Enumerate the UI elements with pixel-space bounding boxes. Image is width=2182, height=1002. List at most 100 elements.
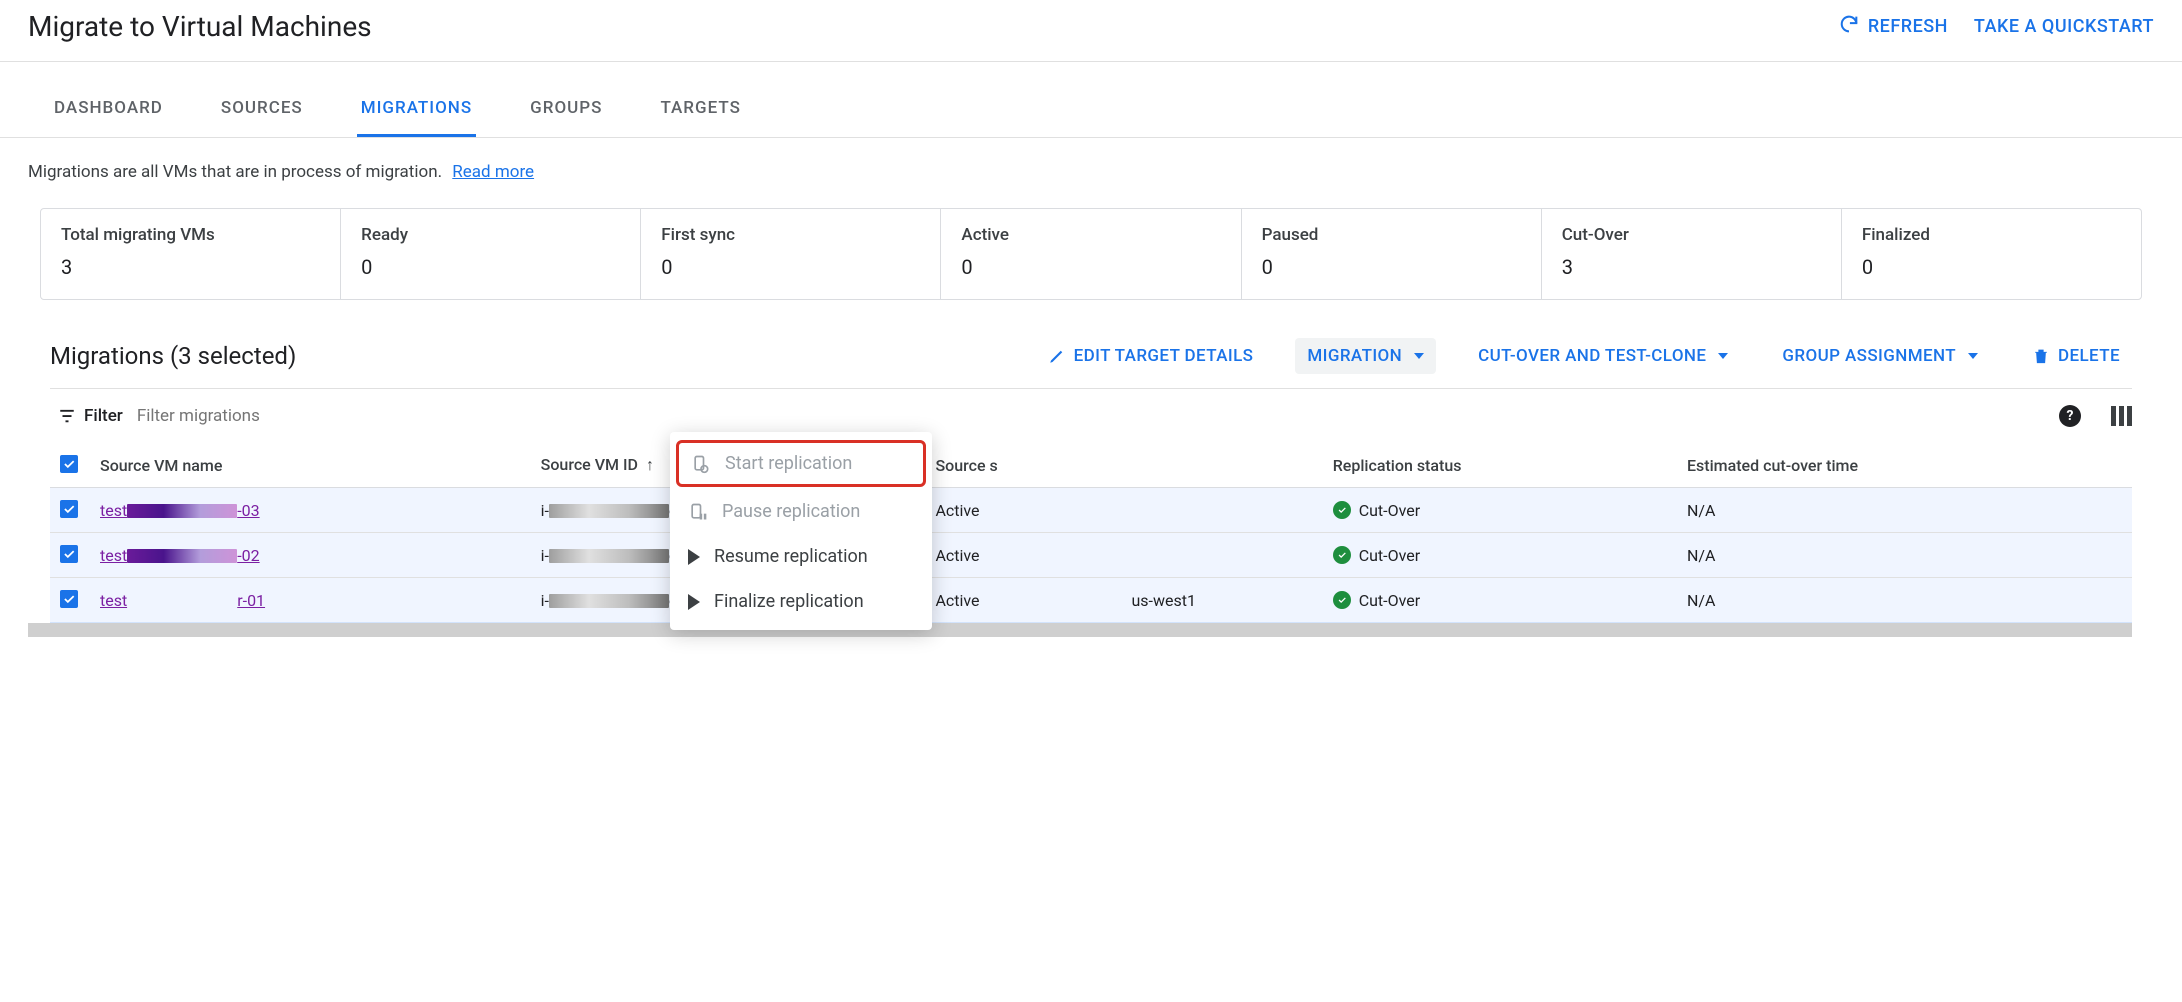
stat-value: 0 xyxy=(1862,255,2121,279)
check-circle-icon xyxy=(1333,546,1351,564)
stat-value: 0 xyxy=(1262,255,1521,279)
redacted xyxy=(127,504,237,518)
delete-label: DELETE xyxy=(2058,346,2120,366)
vm-name-link[interactable]: test-02 xyxy=(100,546,260,565)
vm-name-link[interactable]: test -03 xyxy=(100,501,260,520)
replication-status: Cut-Over xyxy=(1333,546,1420,565)
redacted xyxy=(549,594,669,608)
description: Migrations are all VMs that are in proce… xyxy=(0,138,2182,200)
stat-label: Cut-Over xyxy=(1562,225,1821,245)
toolbar: EDIT TARGET DETAILS MIGRATION CUT-OVER A… xyxy=(1036,338,2132,374)
stat-label: Paused xyxy=(1262,225,1521,245)
check-circle-icon xyxy=(1333,501,1351,519)
pencil-icon xyxy=(1048,347,1066,365)
stat-active[interactable]: Active 0 xyxy=(941,209,1241,299)
vm-name-link[interactable]: testr-01 xyxy=(100,591,265,610)
stat-cutover[interactable]: Cut-Over 3 xyxy=(1542,209,1842,299)
delete-button[interactable]: DELETE xyxy=(2020,338,2132,374)
source-status: Active xyxy=(925,533,1121,578)
stat-ready[interactable]: Ready 0 xyxy=(341,209,641,299)
quickstart-button[interactable]: TAKE A QUICKSTART xyxy=(1974,13,2154,40)
table-row[interactable]: test-03 i-ea Active Cut-Over N/A xyxy=(50,488,2132,533)
vm-name-prefix: test xyxy=(100,501,127,520)
filter-input[interactable] xyxy=(137,406,2045,426)
tab-targets[interactable]: TARGETS xyxy=(656,82,744,137)
section-title: Migrations (3 selected) xyxy=(50,342,296,370)
stats-panel: Total migrating VMs 3 Ready 0 First sync… xyxy=(40,208,2142,300)
menu-pause-replication[interactable]: Pause replication xyxy=(670,489,932,534)
menu-start-label: Start replication xyxy=(725,453,852,474)
horizontal-scrollbar[interactable] xyxy=(28,623,2132,637)
tab-groups[interactable]: GROUPS xyxy=(526,82,606,137)
chevron-down-icon xyxy=(1968,353,1978,359)
menu-start-replication[interactable]: Start replication xyxy=(676,440,926,487)
play-icon xyxy=(688,549,700,565)
stat-label: Ready xyxy=(361,225,620,245)
menu-finalize-replication[interactable]: Finalize replication xyxy=(670,579,932,624)
cutover-dropdown-button[interactable]: CUT-OVER AND TEST-CLONE xyxy=(1466,338,1740,374)
eta: N/A xyxy=(1677,533,2132,578)
col-replication-status[interactable]: Replication status xyxy=(1323,443,1677,488)
menu-resume-label: Resume replication xyxy=(714,546,868,567)
filter-row: Filter ? xyxy=(50,389,2132,443)
row-checkbox[interactable] xyxy=(60,590,78,608)
filter-right: ? xyxy=(2059,405,2132,427)
stat-value: 3 xyxy=(1562,255,1821,279)
table-header-row: Source VM name Source VM ID↑ Source s Re… xyxy=(50,443,2132,488)
stat-paused[interactable]: Paused 0 xyxy=(1242,209,1542,299)
col-region[interactable] xyxy=(1121,443,1322,488)
source-status: Active xyxy=(925,578,1121,623)
quickstart-label: TAKE A QUICKSTART xyxy=(1974,16,2154,37)
tab-dashboard[interactable]: DASHBOARD xyxy=(50,82,167,137)
chevron-down-icon xyxy=(1414,353,1424,359)
description-text: Migrations are all VMs that are in proce… xyxy=(28,162,442,182)
table-row[interactable]: testr-01 i-e4 Active us-west1 Cut-Over N… xyxy=(50,578,2132,623)
columns-icon[interactable] xyxy=(2111,406,2132,426)
stat-total[interactable]: Total migrating VMs 3 xyxy=(41,209,341,299)
filter-icon xyxy=(58,407,76,425)
tab-sources[interactable]: SOURCES xyxy=(217,82,307,137)
refresh-button[interactable]: REFRESH xyxy=(1838,13,1948,40)
group-assignment-dropdown-button[interactable]: GROUP ASSIGNMENT xyxy=(1770,338,1990,374)
region xyxy=(1121,488,1322,533)
migration-dropdown-button[interactable]: MIGRATION xyxy=(1295,338,1436,374)
row-checkbox[interactable] xyxy=(60,545,78,563)
edit-target-button[interactable]: EDIT TARGET DETAILS xyxy=(1036,338,1266,374)
header-actions: REFRESH TAKE A QUICKSTART xyxy=(1838,13,2154,40)
replication-status: Cut-Over xyxy=(1333,591,1420,610)
redacted xyxy=(127,594,237,608)
stat-label: Active xyxy=(961,225,1220,245)
stat-label: First sync xyxy=(661,225,920,245)
select-all-checkbox[interactable] xyxy=(60,455,78,473)
region: us-west1 xyxy=(1121,578,1322,623)
col-vm-name[interactable]: Source VM name xyxy=(90,443,531,488)
help-icon[interactable]: ? xyxy=(2059,405,2081,427)
section-toolbar: Migrations (3 selected) EDIT TARGET DETA… xyxy=(50,328,2132,389)
eta: N/A xyxy=(1677,488,2132,533)
migration-label: MIGRATION xyxy=(1307,346,1402,366)
play-icon xyxy=(688,594,700,610)
eta: N/A xyxy=(1677,578,2132,623)
stat-finalized[interactable]: Finalized 0 xyxy=(1842,209,2141,299)
redacted xyxy=(549,504,669,518)
stat-firstsync[interactable]: First sync 0 xyxy=(641,209,941,299)
vm-name-suffix: -03 xyxy=(237,501,259,520)
group-label: GROUP ASSIGNMENT xyxy=(1782,346,1956,366)
row-checkbox[interactable] xyxy=(60,500,78,518)
page-title: Migrate to Virtual Machines xyxy=(28,10,372,43)
stat-value: 0 xyxy=(361,255,620,279)
stat-label: Total migrating VMs xyxy=(61,225,320,245)
edit-target-label: EDIT TARGET DETAILS xyxy=(1074,346,1254,366)
stat-value: 3 xyxy=(61,255,320,279)
check-circle-icon xyxy=(1333,591,1351,609)
read-more-link[interactable]: Read more xyxy=(452,162,534,182)
replication-status: Cut-Over xyxy=(1333,501,1420,520)
trash-icon xyxy=(2032,347,2050,365)
tab-migrations[interactable]: MIGRATIONS xyxy=(357,82,476,137)
col-source[interactable]: Source s xyxy=(925,443,1121,488)
stat-value: 0 xyxy=(961,255,1220,279)
menu-resume-replication[interactable]: Resume replication xyxy=(670,534,932,579)
start-replication-icon xyxy=(691,454,711,474)
col-eta[interactable]: Estimated cut-over time xyxy=(1677,443,2132,488)
table-row[interactable]: test-02 i-d Active Cut-Over N/A xyxy=(50,533,2132,578)
